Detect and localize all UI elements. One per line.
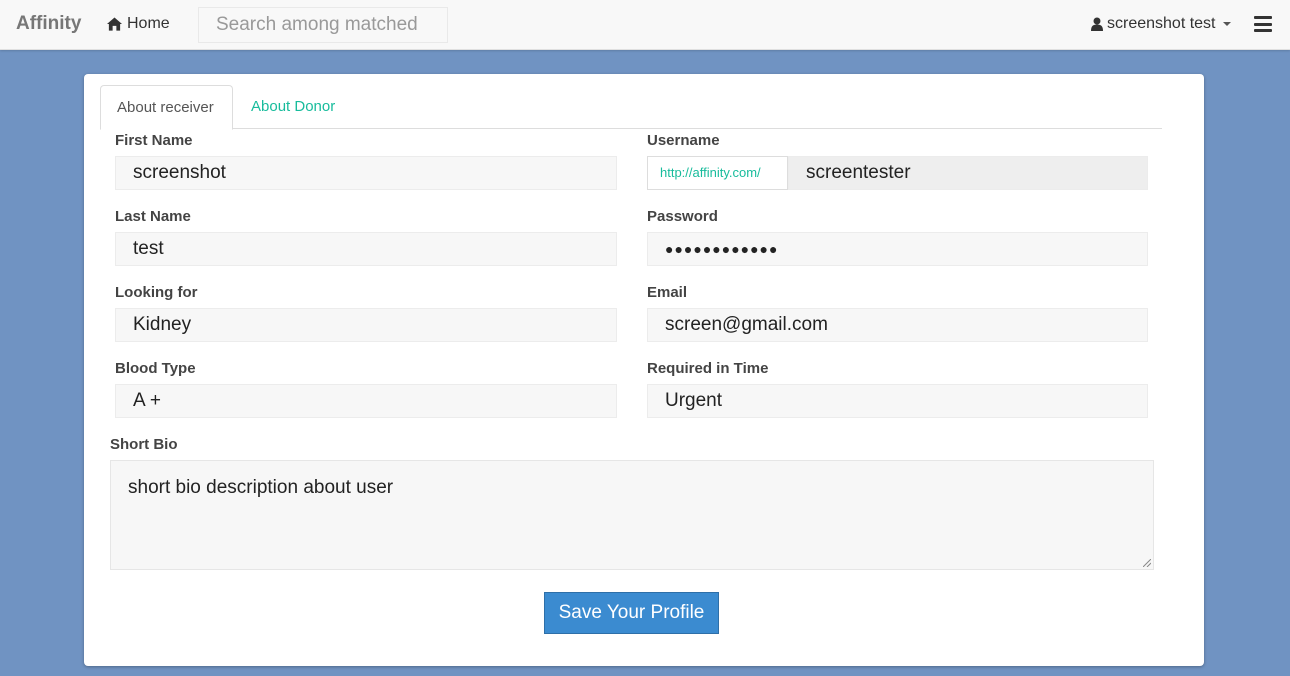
blood-type-field[interactable]: A + (115, 384, 617, 418)
save-profile-button[interactable]: Save Your Profile (544, 592, 719, 634)
tab-about-donor[interactable]: About Donor (235, 85, 351, 129)
first-name-label: First Name (115, 132, 193, 149)
user-menu[interactable]: screenshot test (1091, 15, 1231, 33)
short-bio-text: short bio description about user (128, 477, 394, 498)
email-label: Email (647, 284, 688, 301)
user-name: screenshot test (1107, 15, 1216, 32)
short-bio-textarea[interactable]: short bio description about user (110, 460, 1154, 570)
navbar: Affinity Home screenshot test (0, 0, 1290, 50)
first-name-field[interactable]: screenshot (115, 156, 617, 190)
profile-card: About receiver About Donor First Name sc… (84, 74, 1204, 666)
looking-for-field[interactable]: Kidney (115, 308, 617, 342)
password-field[interactable]: ●●●●●●●●●●●● (647, 232, 1148, 266)
caret-down-icon (1222, 22, 1231, 26)
short-bio-label: Short Bio (110, 436, 178, 453)
blood-type-label: Blood Type (115, 360, 196, 377)
home-label: Home (127, 15, 170, 32)
looking-for-label: Looking for (115, 284, 198, 301)
username-field[interactable]: screentester (788, 156, 1148, 190)
user-icon (1091, 17, 1103, 31)
hamburger-menu-icon[interactable] (1254, 16, 1272, 32)
search-input[interactable] (198, 7, 448, 43)
required-in-time-label: Required in Time (647, 360, 769, 377)
tab-about-receiver[interactable]: About receiver (100, 85, 233, 130)
brand-logo[interactable]: Affinity (16, 13, 81, 35)
last-name-label: Last Name (115, 208, 191, 225)
username-prefix: http://affinity.com/ (647, 156, 788, 190)
username-label: Username (647, 132, 720, 149)
resize-grip-icon[interactable] (1143, 559, 1151, 567)
required-in-time-field[interactable]: Urgent (647, 384, 1148, 418)
home-link[interactable]: Home (107, 15, 170, 33)
last-name-field[interactable]: test (115, 232, 617, 266)
home-icon (107, 17, 122, 31)
profile-tabs: About receiver About Donor (100, 85, 1162, 130)
email-field[interactable]: screen@gmail.com (647, 308, 1148, 342)
password-label: Password (647, 208, 718, 225)
